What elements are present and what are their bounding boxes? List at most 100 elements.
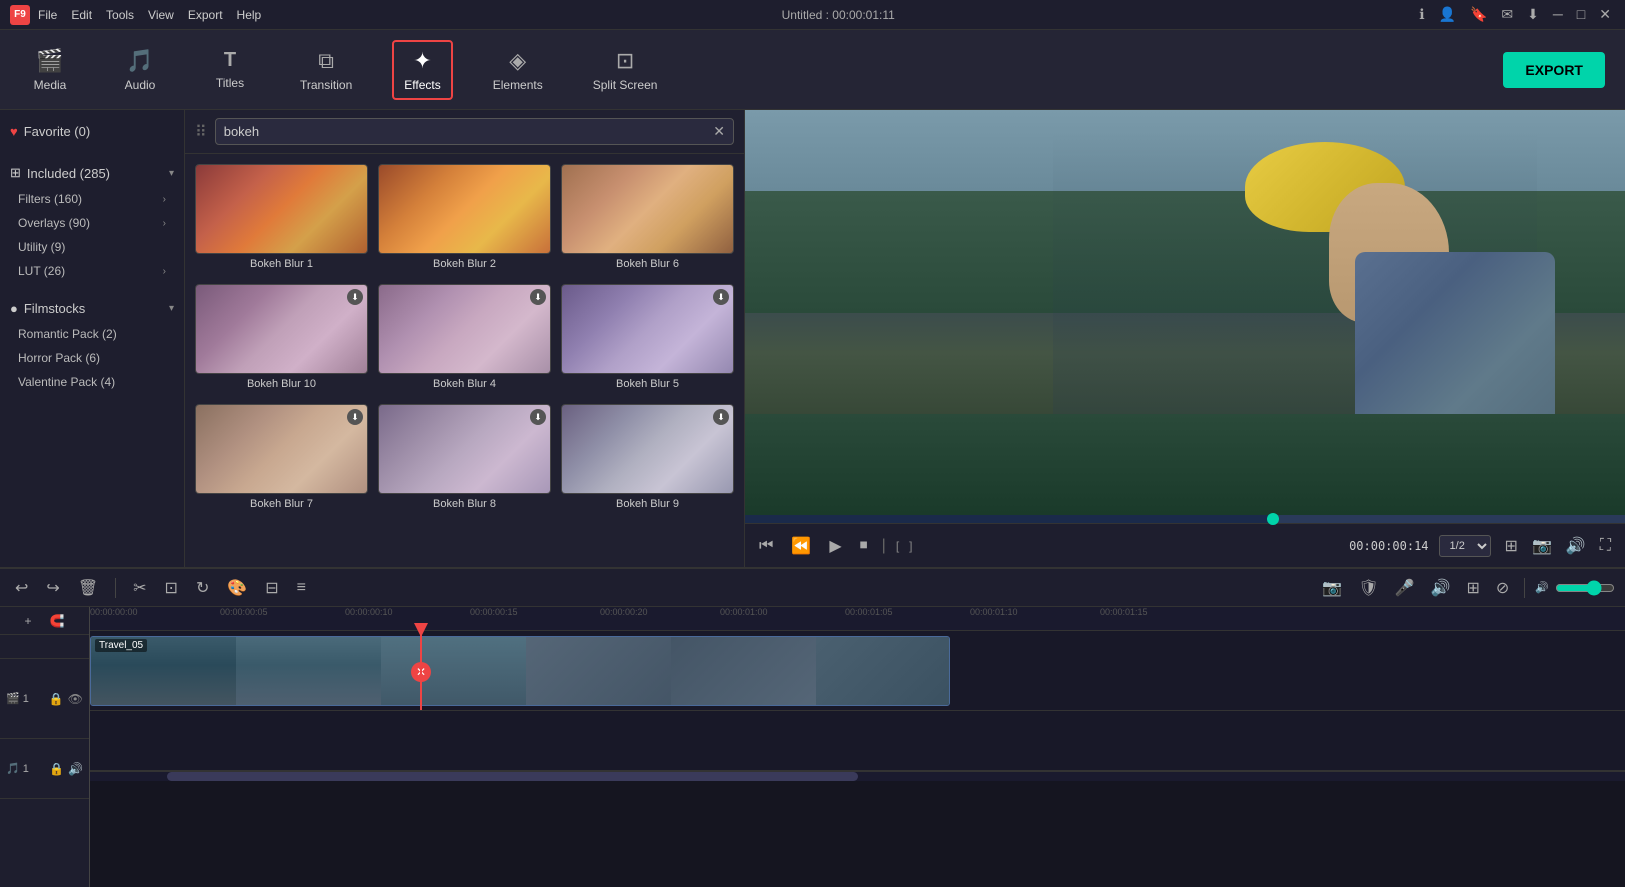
undo-button[interactable]: ↩: [10, 575, 33, 601]
favorite-item[interactable]: ♥ Favorite (0): [0, 116, 184, 147]
romantic-pack-item[interactable]: Romantic Pack (2): [0, 322, 184, 346]
timeline-toolbar: ↩ ↪ 🗑 ✂ ⊡ ↻ 🎨 ⊟ ≡ 📷 🛡 🎤 🔊 ⊞ ⊘ 🔊: [0, 569, 1625, 607]
effect-bokeh1-preview: [196, 165, 367, 253]
effect-bokeh4[interactable]: ⬇ Bokeh Blur 4: [378, 284, 551, 394]
minimize-button[interactable]: ─: [1549, 6, 1567, 23]
effect-bokeh2-preview: [379, 165, 550, 253]
audio-mute-icon[interactable]: 🔊: [68, 762, 83, 776]
effect-bokeh10[interactable]: ⬇ Bokeh Blur 10: [195, 284, 368, 394]
responsive-icon[interactable]: ⊞: [1501, 532, 1522, 560]
redo-button[interactable]: ↪: [41, 575, 64, 601]
cut-button[interactable]: ✂: [128, 575, 151, 601]
horror-pack-item[interactable]: Horror Pack (6): [0, 346, 184, 370]
timeline-scrollbar[interactable]: [90, 771, 1625, 781]
snapshot-icon[interactable]: 📷: [1528, 532, 1556, 560]
step-back-button[interactable]: ⏪: [787, 532, 815, 560]
delete-button[interactable]: 🗑: [73, 575, 103, 601]
frame-2: [236, 637, 381, 706]
toolbar-transition[interactable]: ⧉ Transition: [290, 42, 362, 98]
search-input[interactable]: [224, 124, 708, 139]
clip-delete-button[interactable]: ✕: [411, 662, 431, 682]
toolbar-titles[interactable]: T Titles: [200, 43, 260, 96]
search-box: ✕: [215, 118, 734, 145]
preview-timeline-bar[interactable]: [745, 515, 1625, 523]
transition-tl-icon[interactable]: ⊘: [1491, 575, 1514, 601]
favorite-section: ♥ Favorite (0): [0, 110, 184, 153]
effect-bokeh5[interactable]: ⬇ Bokeh Blur 5: [561, 284, 734, 394]
toolbar-elements[interactable]: ◈ Elements: [483, 42, 553, 98]
skip-back-button[interactable]: ⏮: [755, 533, 777, 559]
toolbar-audio[interactable]: 🎵 Audio: [110, 42, 170, 98]
app-logo: F9: [10, 5, 30, 25]
maximize-button[interactable]: □: [1573, 6, 1589, 23]
effect-bokeh8[interactable]: ⬇ Bokeh Blur 8: [378, 404, 551, 514]
romantic-pack-label: Romantic Pack (2): [18, 327, 117, 341]
drag-handle-icon[interactable]: ⠿: [195, 122, 207, 142]
lut-item[interactable]: LUT (26) ›: [0, 259, 184, 283]
audio-lock-icon[interactable]: 🔒: [49, 762, 64, 776]
info-icon[interactable]: ℹ: [1415, 6, 1428, 23]
color-button[interactable]: 🎨: [222, 575, 252, 601]
scrollbar-thumb[interactable]: [167, 772, 858, 781]
effect-bokeh6[interactable]: Bokeh Blur 6: [561, 164, 734, 274]
lock-icon[interactable]: 🔒: [49, 692, 64, 706]
add-track-button[interactable]: +: [20, 611, 37, 631]
toolbar-media[interactable]: 🎬 Media: [20, 42, 80, 98]
playhead-dot[interactable]: [1267, 513, 1279, 525]
effect-bokeh2[interactable]: Bokeh Blur 2: [378, 164, 551, 274]
video-clip[interactable]: Travel_05 ✕: [90, 636, 950, 706]
mic-icon[interactable]: 🎤: [1390, 575, 1420, 601]
download-icon[interactable]: ⬇: [1523, 6, 1543, 23]
included-header[interactable]: ⊞ Included (285) ▾: [0, 159, 184, 187]
close-button[interactable]: ✕: [1595, 6, 1615, 23]
eye-icon[interactable]: 👁: [68, 692, 83, 706]
volume-slider[interactable]: [1555, 580, 1615, 596]
bookmark-icon[interactable]: 🔖: [1466, 6, 1491, 23]
menu-export[interactable]: Export: [188, 8, 223, 22]
effect-bokeh7[interactable]: ⬇ Bokeh Blur 7: [195, 404, 368, 514]
track-1-label: 🎬 1 🔒 👁: [0, 659, 89, 739]
search-clear-button[interactable]: ✕: [713, 123, 725, 140]
audio-icon[interactable]: 🔊: [1562, 532, 1590, 560]
overlays-item[interactable]: Overlays (90) ›: [0, 211, 184, 235]
effect-bokeh5-label: Bokeh Blur 5: [561, 378, 734, 394]
fullscreen-icon[interactable]: ⛶: [1596, 532, 1615, 560]
user-icon[interactable]: 👤: [1435, 6, 1460, 23]
effect-bokeh1-thumb: [195, 164, 368, 254]
filmstocks-header[interactable]: ● Filmstocks ▾: [0, 295, 184, 322]
menu-tools[interactable]: Tools: [106, 8, 134, 22]
quality-selector[interactable]: 1/2 Full 1/4: [1439, 535, 1491, 557]
voice-icon[interactable]: 🔊: [1426, 575, 1456, 601]
menu-bar: File Edit Tools View Export Help: [38, 8, 261, 22]
toolbar-split-screen[interactable]: ⊡ Split Screen: [583, 42, 668, 98]
menu-view[interactable]: View: [148, 8, 174, 22]
stabilize-button[interactable]: ⊟: [260, 575, 283, 601]
utility-label: Utility (9): [18, 240, 65, 254]
menu-help[interactable]: Help: [237, 8, 262, 22]
utility-item[interactable]: Utility (9): [0, 235, 184, 259]
shield-icon[interactable]: 🛡: [1353, 575, 1383, 601]
toolbar-effects[interactable]: ✦ Effects: [392, 40, 452, 100]
included-section: ⊞ Included (285) ▾ Filters (160) › Overl…: [0, 153, 184, 289]
rotate-button[interactable]: ↻: [191, 575, 214, 601]
horror-pack-label: Horror Pack (6): [18, 351, 100, 365]
mail-icon[interactable]: ✉: [1497, 6, 1517, 23]
magnet-icon[interactable]: 🧲: [45, 611, 70, 631]
play-button[interactable]: ▶: [825, 532, 845, 560]
frame-6: [816, 637, 950, 706]
menu-edit[interactable]: Edit: [71, 8, 92, 22]
stop-button[interactable]: ⏹: [856, 533, 872, 559]
effect-bokeh9[interactable]: ⬇ Bokeh Blur 9: [561, 404, 734, 514]
titles-label: Titles: [216, 76, 244, 90]
camera-icon[interactable]: 📷: [1317, 575, 1347, 601]
export-button[interactable]: EXPORT: [1503, 52, 1605, 88]
crop-button[interactable]: ⊡: [160, 575, 183, 601]
valentine-pack-item[interactable]: Valentine Pack (4): [0, 370, 184, 394]
effect-bokeh1[interactable]: Bokeh Blur 1: [195, 164, 368, 274]
filters-item[interactable]: Filters (160) ›: [0, 187, 184, 211]
pip-icon[interactable]: ⊞: [1461, 575, 1484, 601]
effect-bokeh5-thumb: ⬇: [561, 284, 734, 374]
audio-eq-button[interactable]: ≡: [292, 576, 311, 600]
effect-bokeh5-preview: ⬇: [562, 285, 733, 373]
menu-file[interactable]: File: [38, 8, 57, 22]
